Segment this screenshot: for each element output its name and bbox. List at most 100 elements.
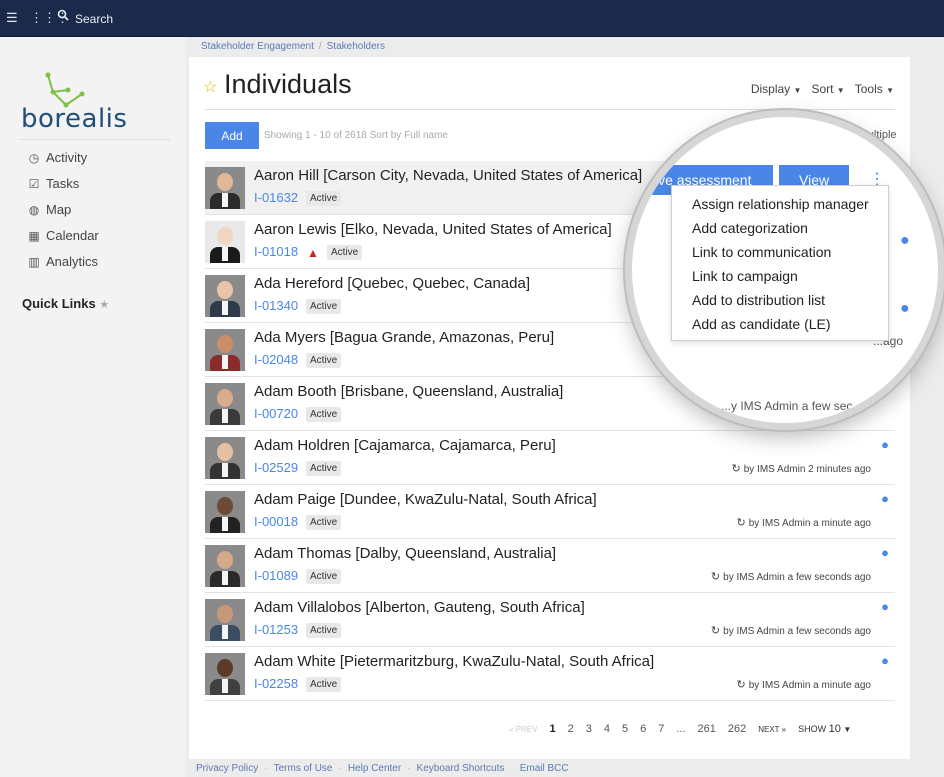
sidebar-item-label: Calendar	[46, 228, 99, 243]
avatar	[205, 383, 245, 425]
individual-name[interactable]: Ada Myers [Bagua Grande, Amazonas, Peru]	[254, 329, 554, 346]
search-input[interactable]: Search	[75, 12, 113, 26]
row-actions-menu: Assign relationship manager Add categori…	[671, 185, 889, 341]
status-badge: Active	[306, 191, 342, 206]
next-page-button[interactable]: NEXT »	[758, 725, 786, 734]
individual-id-link[interactable]: I-02258	[254, 676, 298, 691]
page-number-button[interactable]: 6	[640, 723, 646, 735]
individual-name[interactable]: Adam Villalobos [Alberton, Gauteng, Sout…	[254, 599, 585, 616]
last-updated-text: ...s ago	[849, 408, 889, 422]
list-item[interactable]: Adam Holdren [Cajamarca, Cajamarca, Peru…	[205, 431, 895, 485]
menu-item-add-as-candidate[interactable]: Add as candidate (LE)	[692, 316, 831, 332]
sidebar-item-analytics[interactable]: ▥ Analytics	[28, 254, 98, 269]
page-number-button[interactable]: 261	[698, 723, 716, 735]
page-number-button[interactable]: 2	[568, 723, 574, 735]
list-item[interactable]: Adam Paige [Dundee, KwaZulu-Natal, South…	[205, 485, 895, 539]
individual-id-link[interactable]: I-00720	[254, 406, 298, 421]
individual-name[interactable]: Adam Paige [Dundee, KwaZulu-Natal, South…	[254, 491, 597, 508]
individual-id-link[interactable]: I-01340	[254, 298, 298, 313]
footer-link[interactable]: Keyboard Shortcuts	[417, 763, 505, 774]
menu-item-add-to-distribution-list[interactable]: Add to distribution list	[692, 292, 825, 308]
status-badge: Active	[306, 515, 342, 530]
avatar	[205, 545, 245, 587]
list-item[interactable]: Adam Villalobos [Alberton, Gauteng, Sout…	[205, 593, 895, 647]
status-badge: Active	[306, 623, 342, 638]
page-number-button[interactable]: 4	[604, 723, 610, 735]
search-icon[interactable]	[57, 9, 69, 24]
page-number-button[interactable]: 3	[586, 723, 592, 735]
footer-link[interactable]: Terms of Use	[274, 763, 333, 774]
sidebar-item-map[interactable]: ◍ Map	[28, 202, 72, 217]
individual-id-link[interactable]: I-01018	[254, 244, 298, 259]
page-number-button[interactable]: 7	[658, 723, 664, 735]
individual-name[interactable]: Aaron Hill [Carson City, Nevada, United …	[254, 167, 642, 184]
map-pin-icon[interactable]: ●	[881, 437, 889, 452]
prev-page-button[interactable]: « PREV	[509, 725, 537, 734]
individual-name[interactable]: Adam White [Pietermaritzburg, KwaZulu-Na…	[254, 653, 654, 670]
sidebar-divider	[20, 139, 170, 140]
sidebar-item-label: Tasks	[46, 176, 80, 191]
individual-id-link[interactable]: I-02529	[254, 460, 298, 475]
sidebar-item-tasks[interactable]: ☑ Tasks	[28, 176, 80, 191]
quick-links-heading[interactable]: Quick Links ★	[22, 296, 109, 311]
map-pin-icon[interactable]: ●	[881, 599, 889, 614]
top-bar: ☰ ⋮⋮⋮ Search	[0, 0, 944, 37]
page-size-select[interactable]: SHOW 10 ▼	[798, 723, 851, 735]
last-updated-text: ...y IMS Admin a few sec	[721, 399, 853, 413]
star-icon[interactable]: ★	[99, 299, 109, 311]
footer-link[interactable]: Help Center	[348, 763, 401, 774]
individual-name[interactable]: Adam Thomas [Dalby, Queensland, Australi…	[254, 545, 556, 562]
caret-down-icon: ▼	[886, 86, 894, 95]
list-item[interactable]: Adam Thomas [Dalby, Queensland, Australi…	[205, 539, 895, 593]
last-updated: ↻ by IMS Admin a few seconds ago	[710, 625, 871, 637]
calendar-icon: ▦	[28, 228, 40, 243]
individual-id-link[interactable]: I-01632	[254, 190, 298, 205]
toolbar: Display ▼ Sort ▼ Tools ▼	[751, 82, 894, 96]
sidebar-item-label: Analytics	[46, 254, 99, 269]
tools-dropdown[interactable]: Tools ▼	[855, 82, 894, 96]
menu-item-link-to-campaign[interactable]: Link to campaign	[692, 268, 798, 284]
individual-name[interactable]: Adam Booth [Brisbane, Queensland, Austra…	[254, 383, 563, 400]
footer-link[interactable]: Email BCC	[520, 763, 569, 774]
last-updated: ↻ by IMS Admin a few seconds ago	[710, 571, 871, 583]
footer-link[interactable]: Privacy Policy	[196, 763, 258, 774]
individual-id-link[interactable]: I-01253	[254, 622, 298, 637]
individual-name[interactable]: Adam Holdren [Cajamarca, Cajamarca, Peru…	[254, 437, 556, 454]
add-button[interactable]: Add	[205, 122, 259, 149]
list-menu-icon[interactable]: ☰	[6, 10, 18, 26]
breadcrumb-link[interactable]: Stakeholders	[327, 41, 385, 52]
sidebar-item-activity[interactable]: ◷ Activity	[28, 150, 87, 165]
map-pin-icon[interactable]: ●	[900, 232, 910, 250]
display-dropdown[interactable]: Display ▼	[751, 82, 802, 96]
map-pin-icon[interactable]: ●	[881, 653, 889, 668]
individual-id-link[interactable]: I-01089	[254, 568, 298, 583]
page-number-button[interactable]: 262	[728, 723, 746, 735]
last-updated: ↻ by IMS Admin a minute ago	[736, 517, 871, 529]
avatar	[205, 167, 245, 209]
breadcrumb-link[interactable]: Stakeholder Engagement	[201, 41, 314, 52]
status-badge: Active	[306, 407, 342, 422]
individual-name[interactable]: Aaron Lewis [Elko, Nevada, United States…	[254, 221, 612, 238]
sidebar-item-calendar[interactable]: ▦ Calendar	[28, 228, 99, 243]
individual-id-link[interactable]: I-00018	[254, 514, 298, 529]
avatar	[205, 275, 245, 317]
sort-dropdown[interactable]: Sort ▼	[811, 82, 844, 96]
avatar	[205, 599, 245, 641]
refresh-icon: ↻	[736, 679, 746, 691]
caret-down-icon: ▼	[836, 86, 845, 95]
individual-name[interactable]: Ada Hereford [Quebec, Quebec, Canada]	[254, 275, 530, 292]
page-numbers: 1 2 3 4 5 6 7... 261 262	[549, 723, 746, 735]
favorite-star-icon[interactable]: ☆	[203, 77, 217, 97]
map-pin-icon[interactable]: ●	[900, 300, 910, 318]
page-number-button[interactable]: 5	[622, 723, 628, 735]
map-pin-icon[interactable]: ●	[881, 545, 889, 560]
status-badge: Active	[306, 461, 342, 476]
last-updated: ↻ by IMS Admin 2 minutes ago	[731, 463, 871, 475]
page-number-button[interactable]: 1	[549, 723, 555, 735]
menu-item-link-to-communication[interactable]: Link to communication	[692, 244, 831, 260]
individual-id-link[interactable]: I-02048	[254, 352, 298, 367]
menu-item-add-categorization[interactable]: Add categorization	[692, 220, 808, 236]
map-pin-icon[interactable]: ●	[881, 491, 889, 506]
list-item[interactable]: Adam White [Pietermaritzburg, KwaZulu-Na…	[205, 647, 895, 701]
menu-item-assign-relationship-manager[interactable]: Assign relationship manager	[692, 196, 869, 212]
